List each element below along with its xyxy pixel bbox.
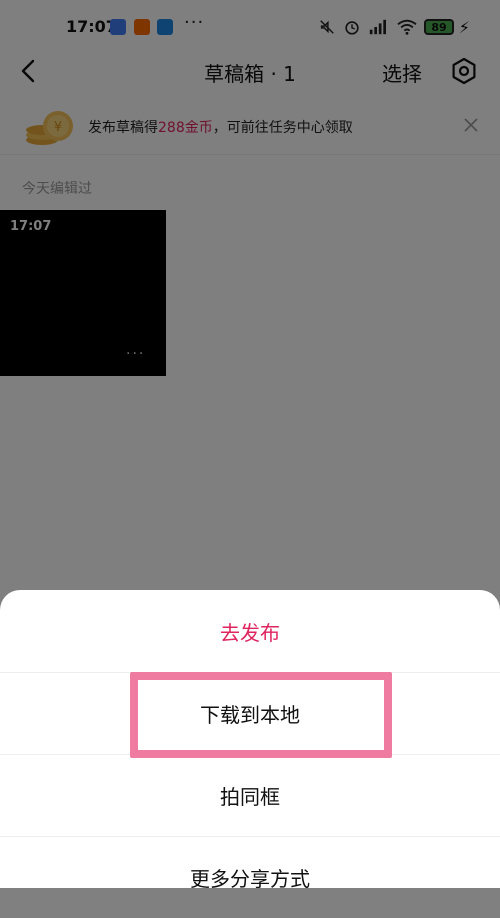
more-share-option[interactable]: 更多分享方式 [0,836,500,918]
publish-option[interactable]: 去发布 [0,590,500,672]
highlight-box [130,672,392,758]
duet-shoot-option[interactable]: 拍同框 [0,754,500,836]
